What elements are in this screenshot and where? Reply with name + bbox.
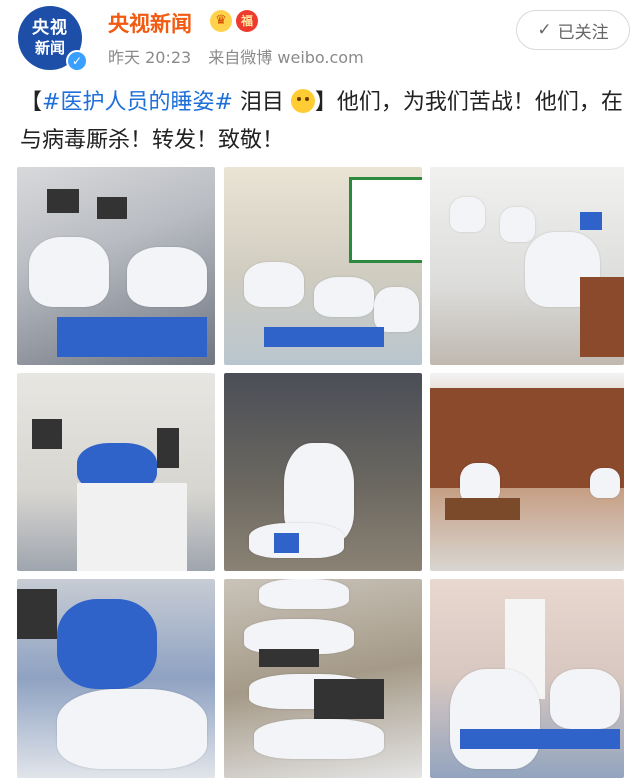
fu-badge-icon: 福	[236, 10, 258, 32]
crown-badge-icon: ♛	[210, 10, 232, 32]
account-name[interactable]: 央视新闻	[108, 8, 192, 38]
post-source: 来自微博 weibo.com	[208, 48, 364, 67]
photo-4[interactable]	[17, 373, 215, 571]
photo-grid	[17, 167, 624, 778]
photo-2[interactable]	[224, 167, 422, 365]
photo-6[interactable]	[430, 373, 624, 571]
photo-1[interactable]	[17, 167, 215, 365]
tearful-text: 泪目	[239, 90, 284, 115]
follow-button[interactable]: ✓ 已关注	[516, 10, 630, 50]
photo-8[interactable]	[224, 579, 422, 778]
photo-9[interactable]	[430, 579, 624, 778]
hashtag-link[interactable]: #医护人员的睡姿#	[42, 90, 233, 115]
avatar-line-1: 央视	[32, 18, 68, 38]
post-time: 昨天 20:23	[108, 48, 192, 67]
check-icon: ✓	[537, 20, 552, 40]
verified-icon: ✓	[66, 50, 88, 72]
crying-emoji-icon	[290, 89, 315, 113]
photo-5[interactable]	[224, 373, 422, 571]
post-text: 【#医护人员的睡姿# 泪目 】他们，为我们苦战！他们，在与病毒厮杀！转发！致敬！	[20, 84, 624, 160]
photo-3[interactable]	[430, 167, 624, 365]
post-meta: 昨天 20:23 来自微博 weibo.com	[108, 44, 376, 68]
bracket-open: 【	[20, 90, 43, 115]
photo-7[interactable]	[17, 579, 215, 778]
post-header: 央视 新闻 ✓ 央视新闻 ♛ 福 昨天 20:23 来自微博 weibo.com…	[0, 0, 640, 78]
follow-button-label: 已关注	[557, 22, 609, 43]
